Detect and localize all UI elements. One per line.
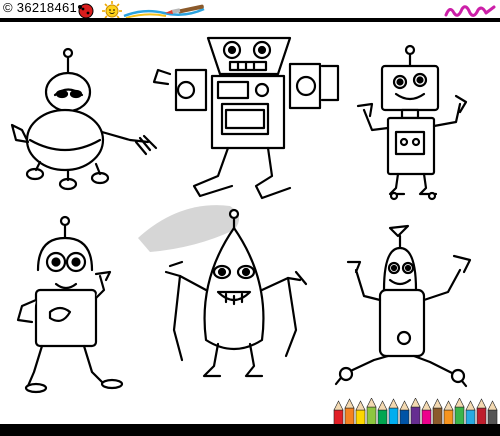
robot-6	[334, 224, 472, 388]
robot-1	[10, 47, 158, 191]
paintbrush-icon	[123, 4, 205, 19]
robots-illustration	[10, 36, 472, 394]
robot-4	[16, 215, 124, 394]
footer-bar	[0, 424, 500, 436]
coloring-page: © 36218461	[0, 0, 500, 436]
ladybug-icon	[78, 3, 94, 19]
header-bar: © 36218461	[0, 0, 500, 22]
robot-3	[356, 44, 468, 201]
robot-2	[152, 36, 340, 200]
image-id-label: © 36218461	[3, 0, 78, 15]
